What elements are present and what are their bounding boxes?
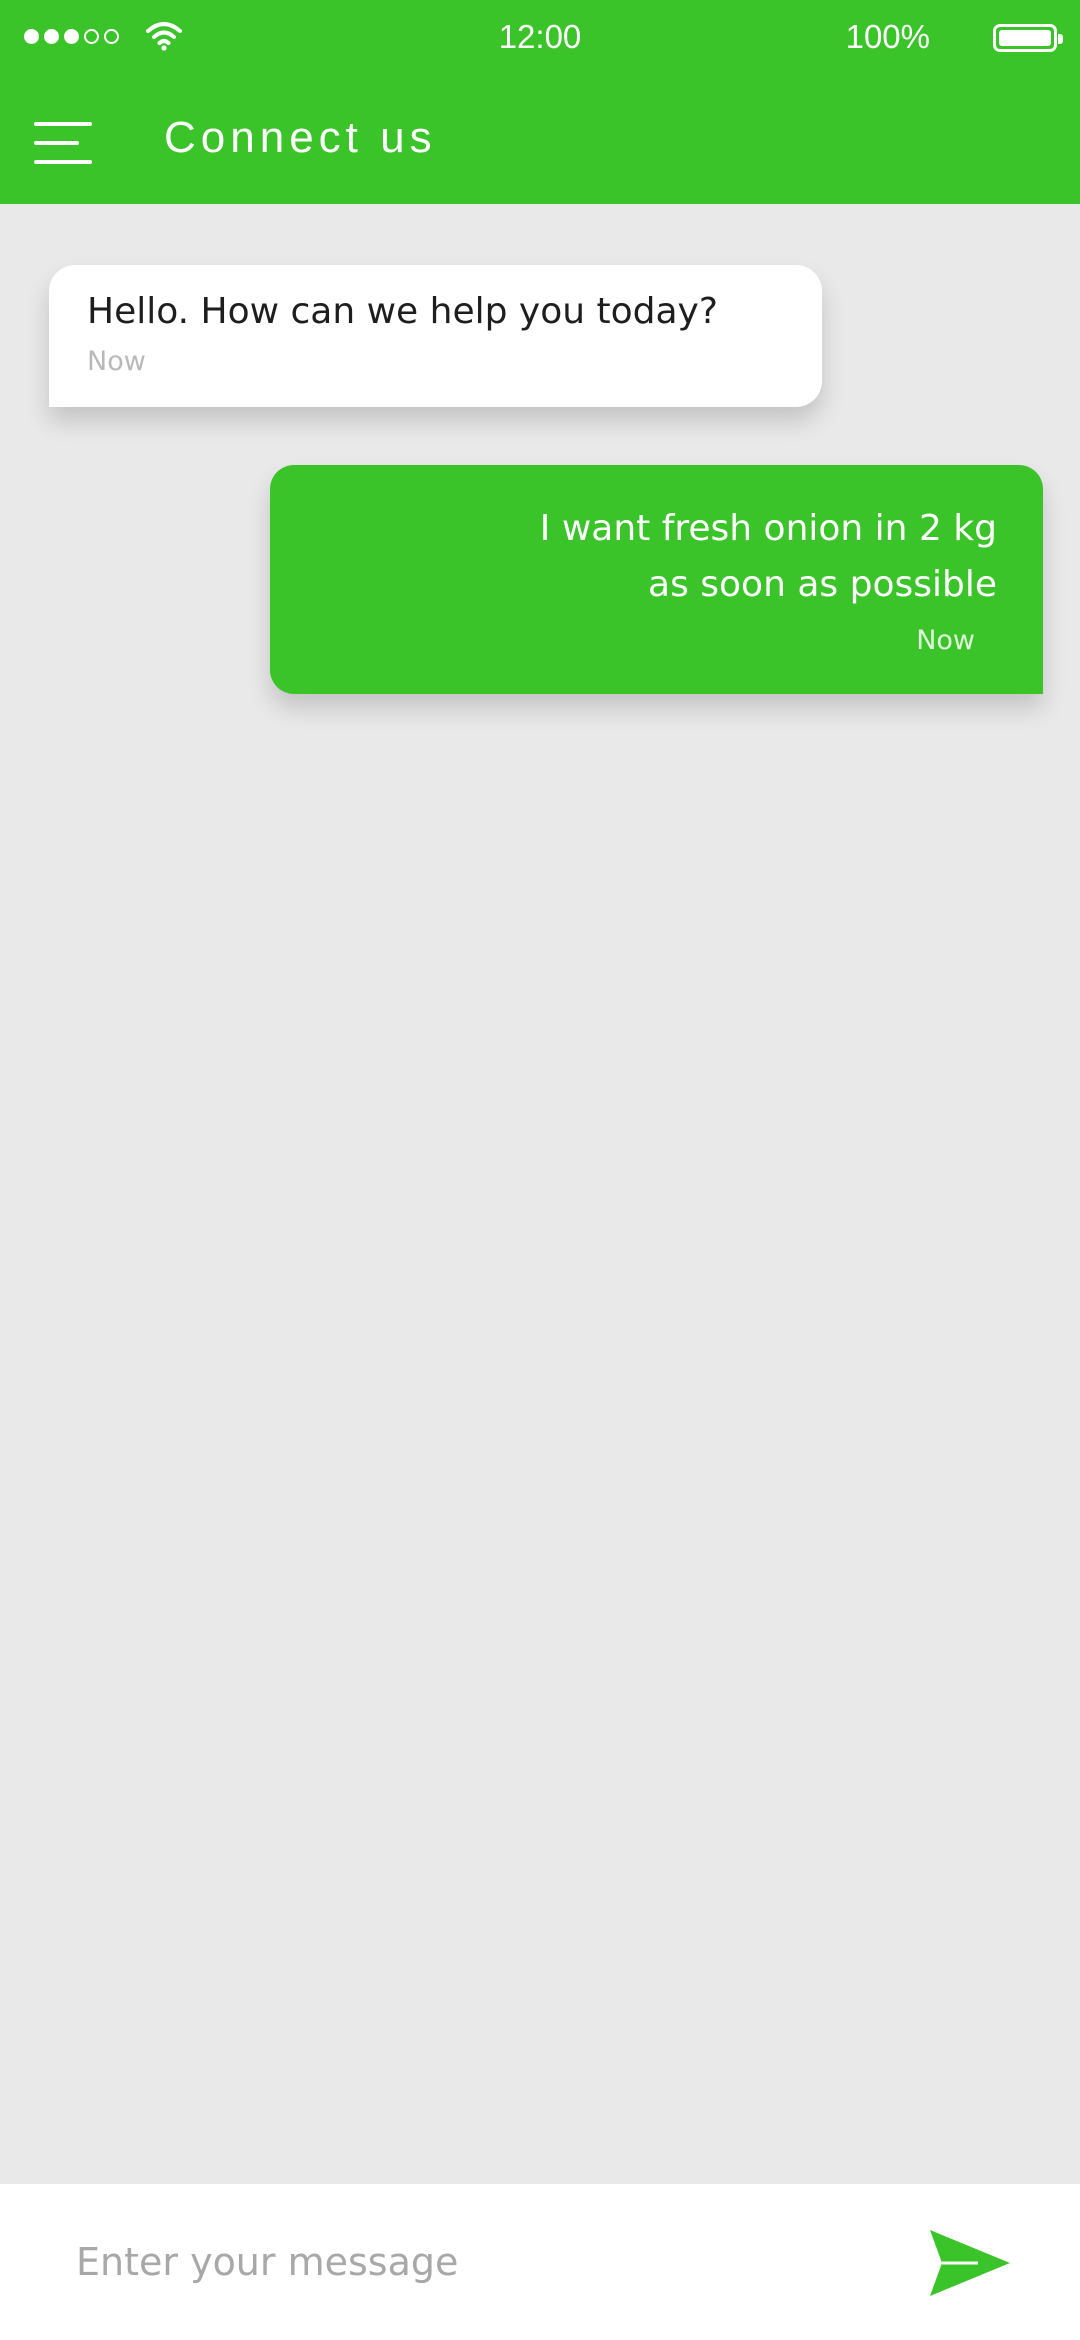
- incoming-message-bubble: Hello. How can we help you today? Now: [49, 265, 822, 407]
- message-composer: [0, 2184, 1080, 2340]
- status-bar: 12:00 100%: [0, 0, 1080, 78]
- hamburger-menu-icon[interactable]: [34, 120, 98, 166]
- battery-icon: [993, 24, 1063, 52]
- page-title: Connect us: [164, 113, 437, 162]
- message-text-line: as soon as possible: [648, 564, 997, 605]
- message-text: I want fresh onion in 2 kg as soon as po…: [270, 501, 997, 613]
- outgoing-message-bubble: I want fresh onion in 2 kg as soon as po…: [270, 465, 1043, 694]
- send-icon[interactable]: [928, 2228, 1012, 2298]
- message-timestamp: Now: [87, 346, 146, 377]
- message-timestamp: Now: [916, 625, 975, 656]
- message-text-line: I want fresh onion in 2 kg: [539, 508, 997, 549]
- message-text: Hello. How can we help you today?: [87, 291, 718, 332]
- message-input[interactable]: [40, 2214, 860, 2310]
- app-header: 12:00 100% Connect us: [0, 0, 1080, 204]
- chat-thread[interactable]: Hello. How can we help you today? Now I …: [0, 204, 1080, 2184]
- battery-percentage: 100%: [845, 18, 930, 55]
